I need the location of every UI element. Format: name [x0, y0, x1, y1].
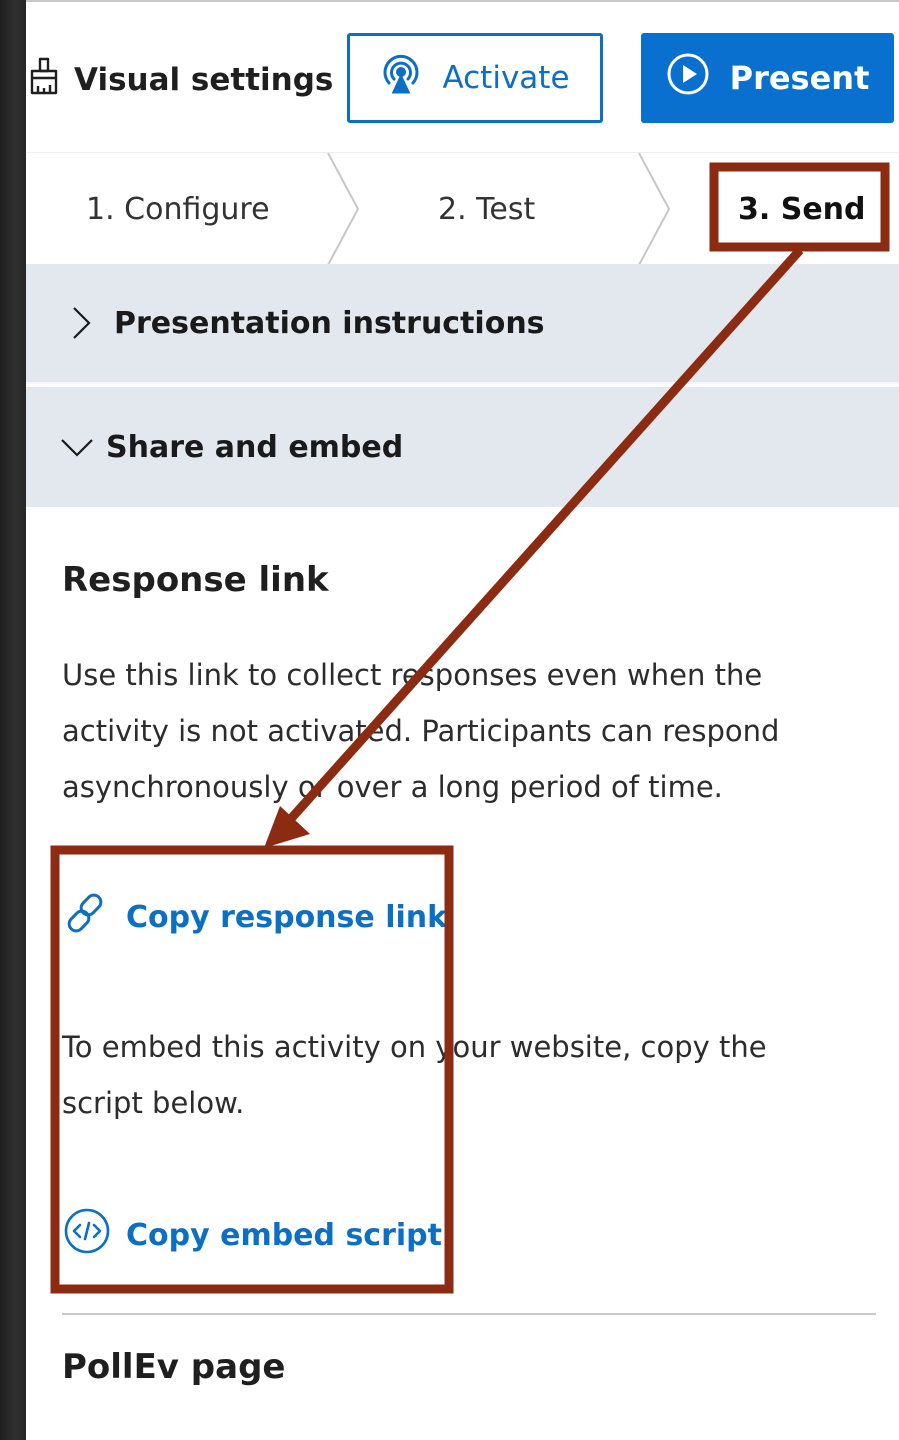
step-configure[interactable]: 1. Configure — [86, 153, 270, 265]
window-edge — [0, 0, 26, 1440]
play-circle-icon — [666, 52, 710, 104]
activate-label: Activate — [442, 60, 570, 96]
chevron-down-icon — [60, 430, 94, 464]
response-link-description: Use this link to collect responses even … — [62, 658, 780, 804]
copy-response-link-label: Copy response link — [126, 899, 448, 935]
section-divider — [62, 1313, 876, 1315]
pollev-page-heading: PollEv page — [62, 1347, 286, 1387]
present-button[interactable]: Present — [641, 33, 894, 123]
embed-description: To embed this activity on your website, … — [62, 1030, 767, 1120]
visual-settings-button[interactable]: Visual settings — [26, 50, 333, 110]
toolbar: Visual settings Activate Present — [26, 2, 899, 152]
chevron-right-icon — [64, 306, 98, 340]
code-icon — [62, 1206, 112, 1264]
presentation-instructions-accordion[interactable]: Presentation instructions — [26, 264, 899, 384]
share-and-embed-title: Share and embed — [106, 429, 404, 465]
copy-response-link-button[interactable]: Copy response link — [62, 888, 447, 946]
activity-send-panel: Visual settings Activate Present 1. Conf… — [26, 0, 899, 1440]
step-test[interactable]: 2. Test — [438, 153, 535, 265]
copy-embed-script-button[interactable]: Copy embed script — [62, 1206, 442, 1264]
link-icon — [62, 888, 112, 946]
activate-button[interactable]: Activate — [347, 33, 603, 123]
copy-embed-script-label: Copy embed script — [126, 1217, 442, 1253]
step-separator-icon — [638, 153, 671, 265]
present-label: Present — [729, 59, 870, 97]
visual-settings-label: Visual settings — [74, 62, 334, 98]
step-separator-icon — [327, 153, 360, 265]
share-and-embed-accordion[interactable]: Share and embed — [26, 387, 899, 507]
paint-brush-icon — [26, 56, 66, 104]
workflow-stepper: 1. Configure 2. Test 3. Send — [26, 152, 899, 265]
step-send[interactable]: 3. Send — [738, 153, 866, 265]
presentation-instructions-title: Presentation instructions — [114, 305, 545, 341]
broadcast-icon — [380, 53, 422, 103]
response-link-heading: Response link — [62, 560, 329, 600]
